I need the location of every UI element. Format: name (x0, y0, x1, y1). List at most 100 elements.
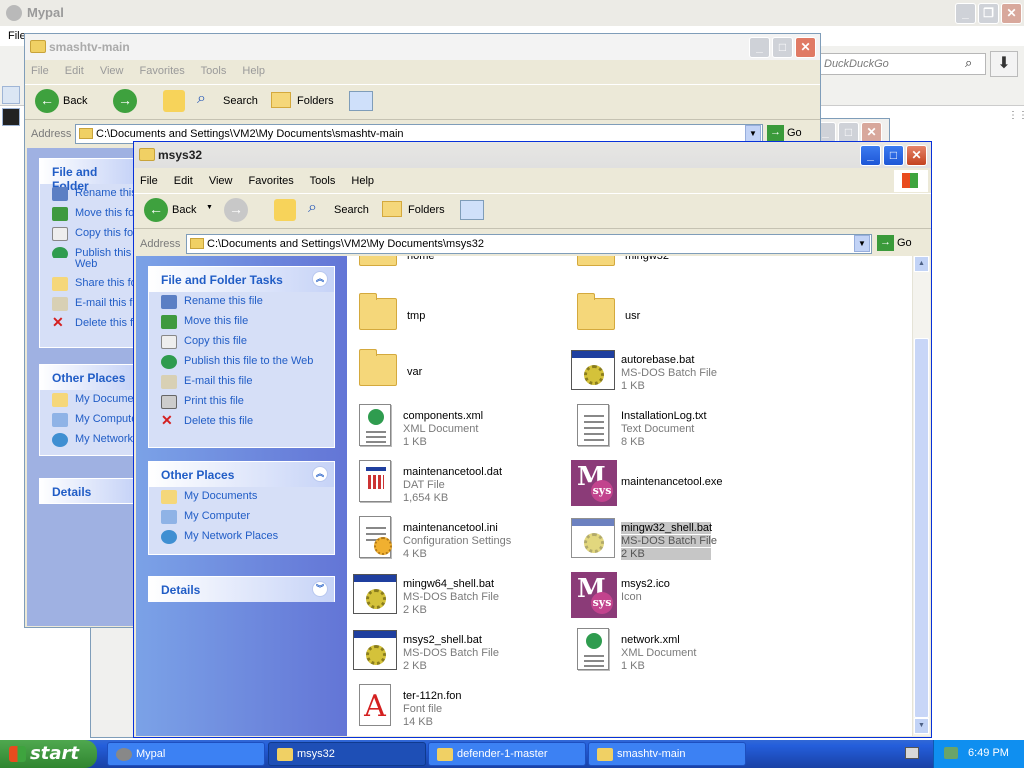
go-button[interactable]: → Go (877, 235, 912, 251)
place-my-documents[interactable]: My Documer (40, 390, 134, 410)
task-move[interactable]: Move this file (149, 312, 334, 332)
place-my-documents[interactable]: My Documents (149, 487, 334, 507)
msys32-maximize-button[interactable]: □ (883, 145, 904, 166)
keyboard-icon[interactable] (905, 747, 919, 759)
scroll-up-icon[interactable]: ▲ (914, 256, 929, 272)
panel-header[interactable]: File and Folder (40, 159, 134, 193)
collapse-chevron-icon[interactable]: ︽ (312, 271, 328, 287)
task-email[interactable]: E-mail this f (40, 294, 134, 314)
smashtv-titlebar[interactable]: smashtv-main (25, 34, 820, 60)
task-copy[interactable]: Copy this fo (40, 224, 134, 244)
back-dropdown-icon[interactable]: ▼ (206, 204, 213, 211)
mypal-close-button[interactable]: ✕ (1001, 3, 1022, 24)
menu-help[interactable]: Help (351, 175, 374, 187)
menu-favorites[interactable]: Favorites (140, 65, 185, 77)
panel-header[interactable]: Details (40, 479, 134, 503)
task-publish[interactable]: Publish this file to the Web (149, 352, 334, 372)
search-icon[interactable]: ⌕ (965, 55, 972, 71)
msys32-titlebar[interactable]: msys32 (134, 142, 931, 168)
menu-tools[interactable]: Tools (201, 65, 227, 77)
start-button[interactable]: start (0, 740, 97, 768)
task-copy[interactable]: Copy this file (149, 332, 334, 352)
file-item[interactable]: autorebase.bat MS-DOS Batch File 1 KB (569, 346, 769, 396)
file-item[interactable]: network.xml XML Document 1 KB (569, 626, 769, 676)
file-item[interactable]: home (355, 256, 555, 276)
file-item[interactable]: components.xml XML Document 1 KB (351, 402, 551, 452)
address-dropdown-icon[interactable]: ▼ (854, 235, 870, 252)
task-rename[interactable]: Rename this (40, 184, 134, 204)
file-item[interactable]: maintenancetool.dat DAT File 1,654 KB (351, 458, 551, 508)
mypal-maximize-button[interactable]: ❐ (978, 3, 999, 24)
mypal-minimize-button[interactable]: _ (955, 3, 976, 24)
panel-header[interactable]: Details ︾ (149, 577, 334, 602)
sidebar-shortcut-icon[interactable] (2, 86, 20, 104)
place-my-network[interactable]: My Network (40, 430, 134, 450)
network-status-icon[interactable] (944, 747, 958, 759)
mypal-search-input[interactable]: DuckDuckGo (818, 53, 986, 75)
expand-chevron-icon[interactable]: ︾ (312, 581, 328, 597)
mypal-titlebar[interactable]: Mypal (0, 0, 1024, 26)
menu-tools[interactable]: Tools (310, 175, 336, 187)
menu-file[interactable]: File (31, 65, 49, 77)
file-item[interactable]: msys2_shell.bat MS-DOS Batch File 2 KB (351, 626, 551, 676)
place-my-network[interactable]: My Network Places (149, 527, 334, 547)
file-item-selected[interactable]: mingw32_shell.bat MS-DOS Batch File 2 KB (569, 514, 769, 564)
task-print[interactable]: Print this file (149, 392, 334, 412)
task-publish[interactable]: Publish this (40, 244, 134, 258)
taskbar-item-mypal[interactable]: Mypal (107, 742, 265, 766)
menu-view[interactable]: View (209, 175, 233, 187)
menu-favorites[interactable]: Favorites (249, 175, 294, 187)
address-dropdown-icon[interactable]: ▼ (745, 125, 761, 142)
file-item[interactable]: Msys maintenancetool.exe (569, 458, 769, 508)
task-delete[interactable]: ✕ Delete this file (149, 412, 334, 432)
menu-file[interactable]: File (140, 175, 158, 187)
github-icon[interactable] (2, 108, 20, 126)
task-publish-web[interactable]: Web (40, 258, 134, 274)
vertical-scrollbar[interactable]: ▲ ▼ (912, 256, 930, 736)
smashtv-maximize-button[interactable]: □ (772, 37, 793, 58)
menu-view[interactable]: View (100, 65, 124, 77)
task-delete[interactable]: ✕ Delete this f (40, 314, 134, 334)
go-button[interactable]: → Go (767, 125, 802, 141)
overflow-grip-icon[interactable]: ⋮⋮ (1008, 110, 1024, 121)
file-item[interactable]: usr (573, 290, 773, 340)
place-my-computer[interactable]: My Compute (40, 410, 134, 430)
msys32-minimize-button[interactable]: _ (860, 145, 881, 166)
file-item[interactable]: maintenancetool.ini Configuration Setting… (351, 514, 551, 564)
msys32-close-button[interactable]: ✕ (906, 145, 927, 166)
file-item[interactable]: var (355, 346, 555, 396)
taskbar-item-msys32[interactable]: msys32 (268, 742, 426, 766)
file-item[interactable]: Ater-112n.fon Font file 14 KB (351, 682, 551, 732)
panel-header[interactable]: File and Folder Tasks ︽ (149, 267, 334, 292)
file-item[interactable]: Msys msys2.ico Icon (569, 570, 769, 620)
taskbar-item-smashtv[interactable]: smashtv-main (588, 742, 746, 766)
file-item[interactable]: tmp (355, 290, 555, 340)
file-item[interactable]: InstallationLog.txt Text Document 8 KB (569, 402, 769, 452)
up-folder-icon[interactable] (163, 90, 185, 112)
taskbar-item-defender[interactable]: defender-1-master (428, 742, 586, 766)
file-item[interactable]: mingw32 (573, 256, 773, 276)
task-rename[interactable]: Rename this file (149, 292, 334, 312)
smashtv-close-button[interactable]: ✕ (795, 37, 816, 58)
menu-edit[interactable]: Edit (65, 65, 84, 77)
panel-header[interactable]: Other Places (40, 365, 134, 390)
menu-edit[interactable]: Edit (174, 175, 193, 187)
task-share[interactable]: Share this fo (40, 274, 134, 294)
panel-header[interactable]: Other Places ︽ (149, 462, 334, 487)
views-icon[interactable] (349, 91, 373, 111)
defender-maximize-button[interactable]: □ (838, 122, 859, 143)
collapse-chevron-icon[interactable]: ︽ (312, 466, 328, 482)
place-my-computer[interactable]: My Computer (149, 507, 334, 527)
file-item[interactable]: mingw64_shell.bat MS-DOS Batch File 2 KB (351, 570, 551, 620)
smashtv-minimize-button[interactable]: _ (749, 37, 770, 58)
address-input[interactable]: C:\Documents and Settings\VM2\My Documen… (186, 234, 872, 254)
defender-close-button[interactable]: ✕ (861, 122, 882, 143)
views-icon[interactable] (460, 200, 484, 220)
up-folder-icon[interactable] (274, 199, 296, 221)
task-email[interactable]: E-mail this file (149, 372, 334, 392)
clock[interactable]: 6:49 PM (968, 747, 1009, 759)
download-icon[interactable]: ⬇ (990, 51, 1018, 77)
menu-help[interactable]: Help (242, 65, 265, 77)
scroll-thumb[interactable] (914, 338, 929, 718)
task-move[interactable]: Move this fo (40, 204, 134, 224)
